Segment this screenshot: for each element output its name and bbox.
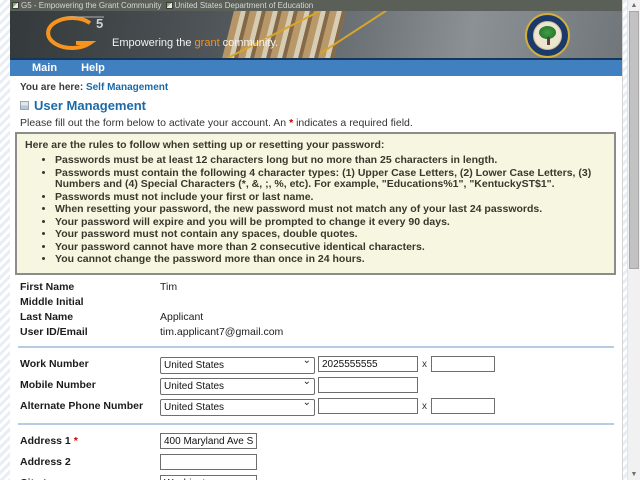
scrollbar-thumb[interactable] — [629, 11, 639, 269]
g5-logo: 5 — [34, 13, 112, 58]
required-asterisk: * — [74, 435, 78, 447]
password-rule: Passwords must not include your first or… — [55, 192, 606, 204]
password-rule: Your password must not contain any space… — [55, 229, 606, 241]
browser-tab-strip: G5 - Empowering the Grant Community Unit… — [10, 0, 622, 11]
phone-row-work: Work Number United States x — [20, 354, 622, 375]
banner-tagline: Empowering the grant community. — [112, 37, 278, 49]
tab-title: United States Department of Education — [175, 1, 314, 10]
extension-label: x — [422, 359, 427, 370]
address-row-2: Address 2 — [20, 452, 622, 473]
address-row-1: Address 1 * — [20, 431, 622, 452]
phone-row-mobile: Mobile Number United States — [20, 375, 622, 396]
password-rules-title: Here are the rules to follow when settin… — [25, 139, 606, 151]
scroll-down-icon[interactable]: ▼ — [628, 470, 640, 479]
work-number-input[interactable] — [318, 356, 418, 372]
field-label: Last Name — [20, 311, 160, 323]
password-rule: When resetting your password, the new pa… — [55, 204, 606, 216]
field-row-last-name: Last Name Applicant — [20, 310, 622, 325]
browser-tab-ed[interactable]: United States Department of Education — [166, 1, 314, 10]
field-label: First Name — [20, 281, 160, 293]
extension-label: x — [422, 401, 427, 412]
site-banner: 5 Empowering the grant community. — [10, 11, 622, 58]
seal-trunk — [547, 37, 550, 45]
alternate-number-input[interactable] — [318, 398, 418, 414]
password-rule: Passwords must contain the following 4 c… — [55, 168, 606, 191]
field-value: Applicant — [160, 311, 203, 323]
main-page: G5 - Empowering the Grant Community Unit… — [10, 0, 623, 480]
breadcrumb-prefix: You are here: — [20, 82, 83, 93]
field-label: Middle Initial — [20, 296, 160, 308]
address1-input[interactable] — [160, 433, 257, 449]
page-icon — [12, 2, 19, 9]
field-label: User ID/Email — [20, 326, 160, 338]
department-of-education-seal-icon — [525, 13, 570, 58]
country-select-wrap: United States — [160, 397, 315, 416]
field-label: Address 2 — [20, 456, 160, 468]
country-select-wrap: United States — [160, 376, 315, 395]
scroll-up-icon[interactable]: ▲ — [628, 1, 640, 10]
breadcrumb-self-management-link[interactable]: Self Management — [86, 82, 168, 93]
field-label: Address 1 * — [20, 435, 160, 447]
field-row-middle-initial: Middle Initial — [20, 295, 622, 310]
password-rule: You cannot change the password more than… — [55, 254, 606, 266]
field-label: Alternate Phone Number — [20, 400, 160, 412]
field-value: Tim — [160, 281, 177, 293]
password-rule: Your password will expire and you will b… — [55, 217, 606, 229]
profile-section: First Name Tim Middle Initial Last Name … — [20, 280, 622, 340]
alternate-extension-input[interactable] — [431, 398, 495, 414]
field-row-user-id-email: User ID/Email tim.applicant7@gmail.com — [20, 325, 622, 340]
tab-title: G5 - Empowering the Grant Community — [21, 1, 162, 10]
password-rules-box: Here are the rules to follow when settin… — [15, 132, 616, 275]
password-rule: Your password cannot have more than 2 co… — [55, 242, 606, 254]
page-title: User Management — [20, 98, 622, 113]
alternate-country-select[interactable]: United States — [160, 399, 315, 416]
mobile-number-input[interactable] — [318, 377, 418, 393]
section-divider — [18, 423, 614, 425]
password-rule: Passwords must be at least 12 characters… — [55, 155, 606, 167]
breadcrumb: You are here: Self Management — [20, 82, 622, 93]
field-label: Mobile Number — [20, 379, 160, 391]
phone-row-alternate: Alternate Phone Number United States x — [20, 396, 622, 417]
address-section: Address 1 * Address 2 City * State * + D… — [20, 431, 622, 480]
city-row: City * — [20, 473, 622, 480]
address2-input[interactable] — [160, 454, 257, 470]
page-icon — [166, 2, 173, 9]
mobile-country-select[interactable]: United States — [160, 378, 315, 395]
field-row-first-name: First Name Tim — [20, 280, 622, 295]
password-rules-list: Passwords must be at least 12 characters… — [25, 155, 606, 266]
field-value: tim.applicant7@gmail.com — [160, 326, 283, 338]
form-instruction: Please fill out the form below to activa… — [20, 117, 622, 129]
work-country-select[interactable]: United States — [160, 357, 315, 374]
nav-item-help[interactable]: Help — [81, 62, 105, 74]
work-extension-input[interactable] — [431, 356, 495, 372]
logo-number: 5 — [96, 16, 103, 31]
field-label: Work Number — [20, 358, 160, 370]
city-input[interactable] — [160, 475, 257, 480]
vertical-scrollbar[interactable]: ▲ ▼ — [627, 0, 640, 480]
phone-section: Work Number United States x Mobile Numbe… — [20, 354, 622, 417]
page-content: You are here: Self Management User Manag… — [10, 82, 622, 480]
browser-tab-g5[interactable]: G5 - Empowering the Grant Community — [12, 1, 162, 10]
section-divider — [18, 346, 614, 348]
main-navbar: Main Help — [10, 58, 622, 76]
country-select-wrap: United States — [160, 355, 315, 374]
nav-item-main[interactable]: Main — [32, 62, 57, 74]
user-management-icon — [20, 101, 29, 110]
